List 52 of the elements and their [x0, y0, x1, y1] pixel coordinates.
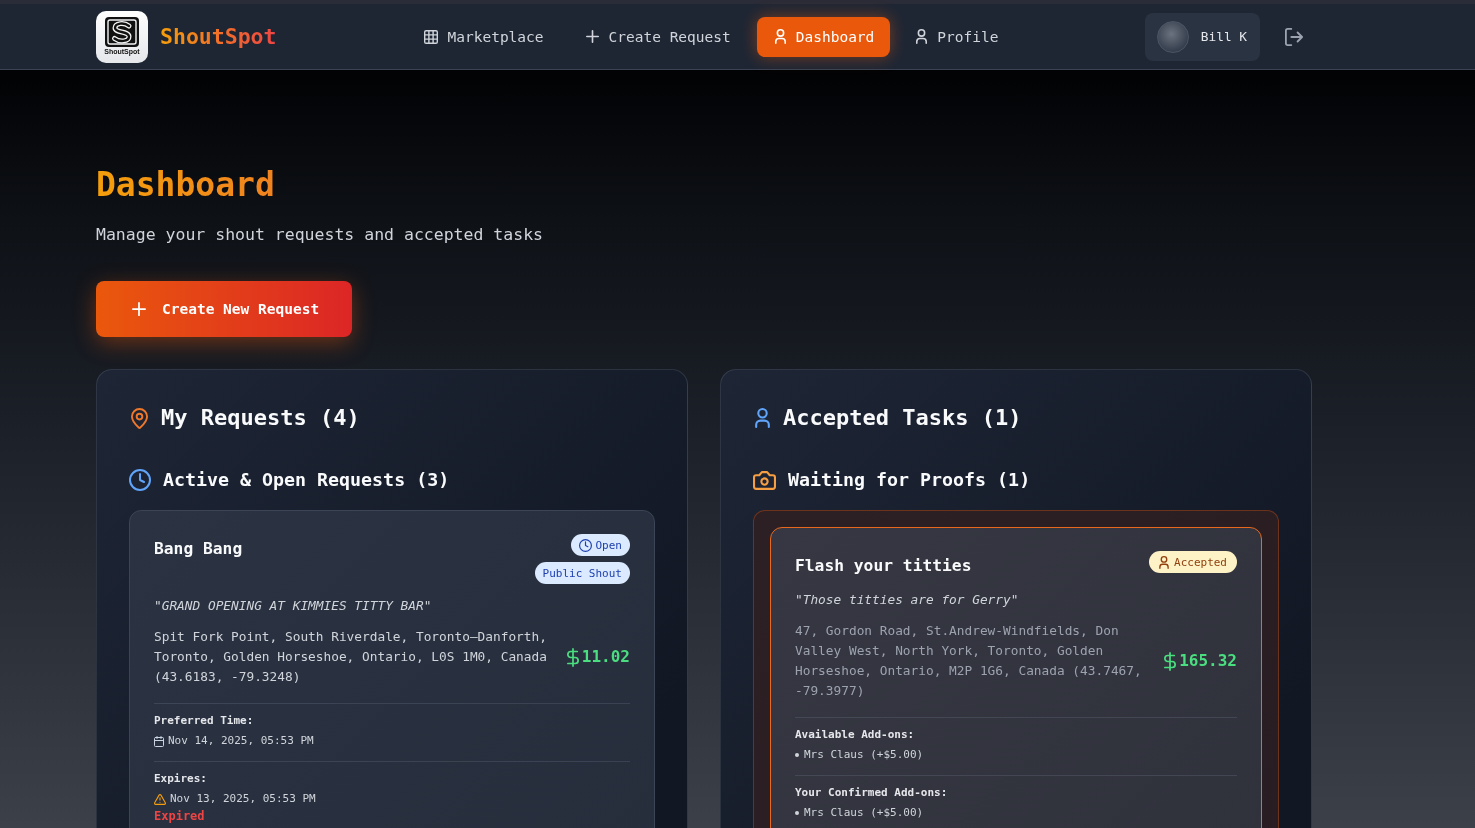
badge-text: Accepted [1174, 555, 1227, 569]
panel-title: My Requests (4) [161, 404, 360, 432]
detail-label: Available Add-ons: [795, 728, 915, 742]
map-pin-icon [131, 407, 148, 429]
user-avatar [1156, 20, 1189, 53]
nav-link[interactable]: Marketplace [407, 16, 560, 57]
user-icon [1159, 555, 1169, 569]
section-title: Waiting for Proofs (1) [788, 468, 1031, 492]
nav-link[interactable]: Profile [900, 16, 1015, 57]
section-title: Active & Open Requests (3) [163, 468, 450, 492]
detail-value: Nov 13, 2025, 05:53 PM [170, 791, 316, 807]
logo-mark-icon [105, 17, 139, 47]
addon-item: Mrs Claus (+$5.00) [804, 805, 924, 821]
dollar-sign-icon [566, 647, 579, 667]
bullet-icon [795, 753, 799, 757]
camera-icon [753, 470, 776, 490]
price-amount: 11.02 [581, 647, 630, 667]
request-message: "Those titties are for Gerry" [795, 591, 1020, 609]
plus-icon [132, 302, 146, 316]
price-amount: 165.32 [1179, 651, 1237, 671]
clock-icon [129, 469, 151, 491]
user-icon [755, 408, 770, 428]
create-request-button[interactable]: Create New Request [96, 281, 353, 337]
card-title: Bang Bang [154, 538, 243, 560]
user-menu-button[interactable]: Bill K [1144, 12, 1260, 61]
nav-link[interactable]: Create Request [569, 16, 747, 57]
detail-label: Your Confirmed Add-ons: [795, 786, 948, 800]
user-icon [916, 29, 928, 44]
address-text: 47, Gordon Road, St.Andrew-Windfields, Don Valley West, North York, Toronto, Golden Horseshoe, Ontario, M2P 1G6, Canada (43.7467, -79.3977) [795, 622, 1143, 700]
request-message: "GRAND OPENING AT KIMMIES TITTY BAR" [154, 597, 433, 615]
detail-value: Nov 14, 2025, 05:53 PM [168, 733, 314, 749]
plus-icon [585, 30, 599, 43]
user-icon [774, 29, 786, 44]
detail-label: Preferred Time: [154, 714, 254, 728]
addon-item: Mrs Claus (+$5.00) [804, 747, 924, 763]
address-text: Spit Fork Point, South Riverdale, Toronto–Danforth, Toronto, Golden Horseshoe, Ontario, L0S 1M0, Canada (43.6183, -79.3248) [154, 628, 548, 686]
grid-icon [423, 29, 438, 44]
card-title: Flash your titties [795, 555, 972, 577]
badge-text: Open [595, 538, 622, 552]
logout-button[interactable] [1285, 27, 1303, 46]
dollar-sign-icon [1164, 651, 1177, 671]
nav-link[interactable]: Dashboard [756, 16, 891, 57]
calendar-icon [154, 735, 164, 747]
warning-icon [154, 793, 166, 805]
clock-icon [578, 538, 592, 552]
logout-icon [1285, 27, 1303, 46]
page-subtitle: Manage your shout requests and accepted tasks [96, 224, 544, 246]
bullet-icon [795, 811, 799, 815]
panel-title: Accepted Tasks (1) [783, 404, 1022, 432]
status-badge: Public Shout [534, 562, 630, 584]
expired-notice: Expired [154, 809, 205, 823]
detail-label: Expires: [154, 772, 207, 786]
